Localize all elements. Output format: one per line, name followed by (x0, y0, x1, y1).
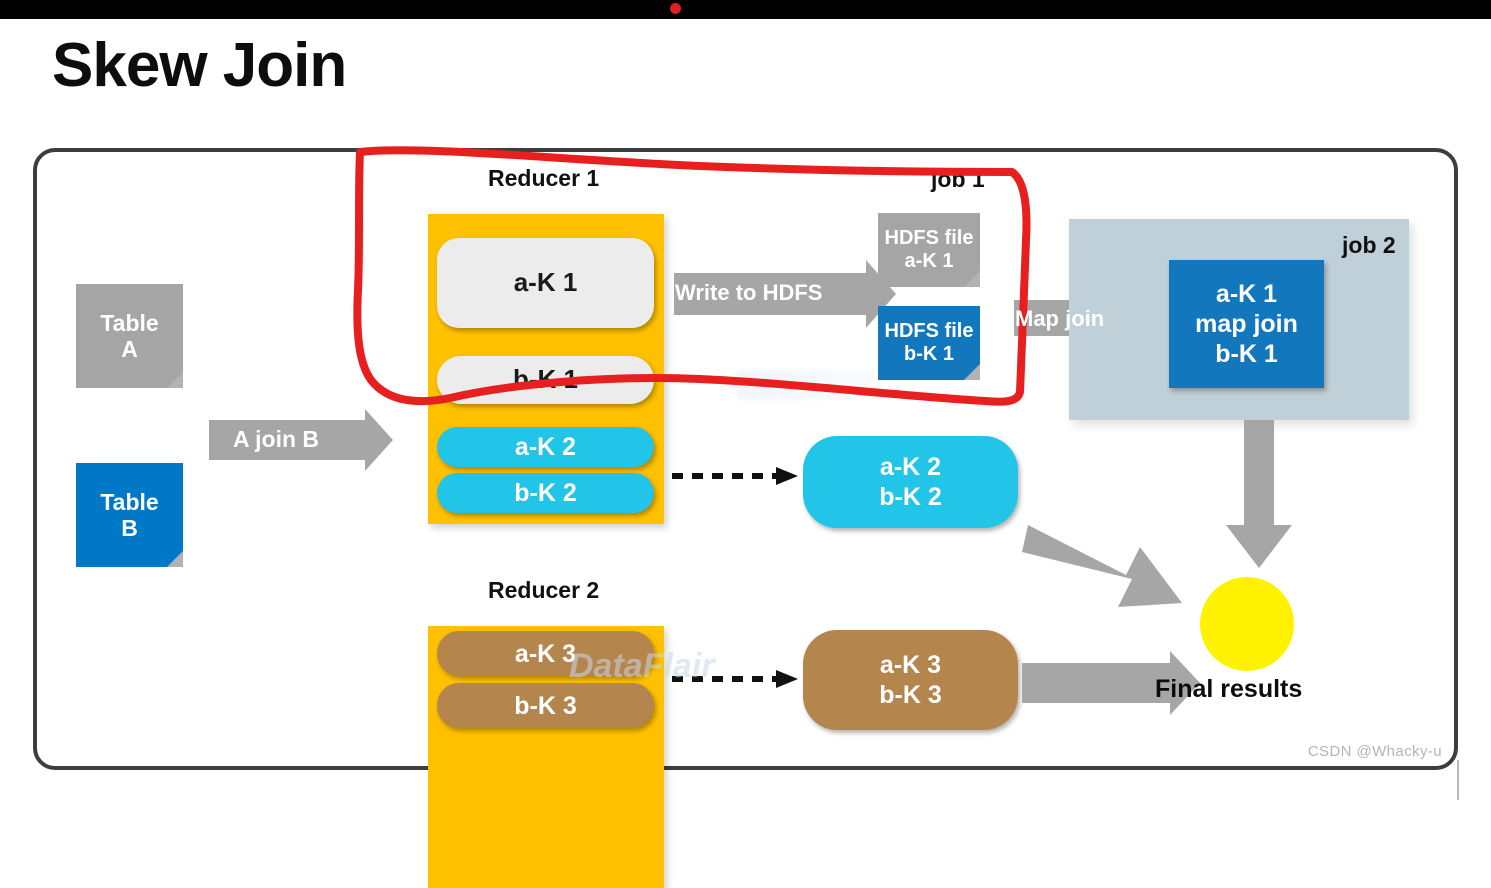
csdn-watermark: CSDN @Whacky-u (1307, 743, 1442, 760)
diagram-frame: Table A Table B A join B Reducer 1 a-K 1… (33, 148, 1458, 888)
text-cursor (1457, 760, 1459, 800)
hdfs-file-a-k-1-line1: HDFS file (884, 227, 974, 249)
reducer1-item-a-k-2-label: a-K 2 (514, 433, 577, 461)
table-b-label-line2: B (121, 515, 138, 541)
k2-to-final-arrow (1022, 525, 1182, 607)
page-fold-shadow-icon (167, 551, 183, 567)
dashed-arrow-k3 (672, 670, 798, 688)
write-to-hdfs-label: Write to HDFS (675, 280, 823, 305)
ghost-artifact-1 (737, 370, 877, 400)
reducer1-item-b-k-1: b-K 1 (437, 356, 654, 404)
job-2-box-line1: a-K 1 (1215, 280, 1278, 308)
reducer-1-title: Reducer 1 (488, 165, 600, 191)
reducer2-item-a-k-3-label: a-K 3 (514, 639, 577, 668)
reducer1-item-b-k-2: b-K 2 (437, 473, 654, 513)
job-2-label: job 2 (1342, 232, 1396, 258)
job-2-map-join-box: a-K 1 map join b-K 1 (1169, 260, 1324, 388)
output-k3-box: a-K 3 b-K 3 (803, 630, 1018, 730)
page-fold-shadow-icon (167, 372, 183, 388)
reducer1-item-a-k-2: a-K 2 (437, 427, 654, 467)
dashed-arrow-k2 (672, 467, 798, 485)
table-a-node: Table A (76, 284, 183, 388)
hdfs-file-b-k-1-node: HDFS file b-K 1 (878, 306, 980, 380)
job-2-box-line3: b-K 1 (1215, 340, 1278, 368)
arrow-shaft (1022, 663, 1170, 703)
reducer1-item-a-k-1-label: a-K 1 (513, 267, 578, 298)
page-title: Skew Join (52, 31, 347, 100)
reducer1-item-b-k-1-label: b-K 1 (513, 364, 578, 395)
job-2-box-line2: map join (1195, 310, 1298, 338)
hdfs-file-a-k-1-line2: a-K 1 (904, 250, 954, 272)
map-join-label: Map join (1015, 306, 1105, 331)
window-top-bar (0, 0, 1491, 19)
table-b-label-line1: Table (100, 488, 159, 515)
table-a-label-line2: A (121, 336, 138, 362)
output-k3-line1: a-K 3 (879, 651, 942, 679)
reducer2-item-b-k-3: b-K 3 (437, 683, 654, 728)
reducer2-item-b-k-3-label: b-K 3 (514, 691, 577, 720)
final-results-label: Final results (1155, 675, 1303, 703)
reducer2-item-a-k-3: a-K 3 (437, 631, 654, 676)
hdfs-file-b-k-1-line2: b-K 1 (904, 343, 954, 365)
arrow-head-icon (365, 409, 393, 471)
output-k3-line2: b-K 3 (879, 681, 942, 709)
record-dot-icon (670, 3, 681, 14)
final-results-circle (1200, 577, 1294, 671)
table-a-label-line1: Table (100, 309, 159, 336)
output-k2-line1: a-K 2 (879, 453, 942, 481)
reducer-2-title: Reducer 2 (488, 577, 600, 603)
hdfs-file-a-k-1-node: HDFS file a-K 1 (878, 213, 980, 287)
hdfs-file-b-k-1-line1: HDFS file (884, 320, 974, 342)
a-join-b-label: A join B (233, 426, 320, 452)
job2-to-final-arrow (1226, 420, 1292, 568)
table-b-node: Table B (76, 463, 183, 567)
page-fold-shadow-icon (964, 271, 980, 287)
reducer1-item-a-k-1: a-K 1 (437, 238, 654, 328)
output-k2-line2: b-K 2 (879, 483, 942, 511)
page-fold-shadow-icon (964, 364, 980, 380)
reducer1-item-b-k-2-label: b-K 2 (514, 479, 577, 507)
output-k2-box: a-K 2 b-K 2 (803, 436, 1018, 528)
job-1-label: job 1 (931, 166, 985, 192)
